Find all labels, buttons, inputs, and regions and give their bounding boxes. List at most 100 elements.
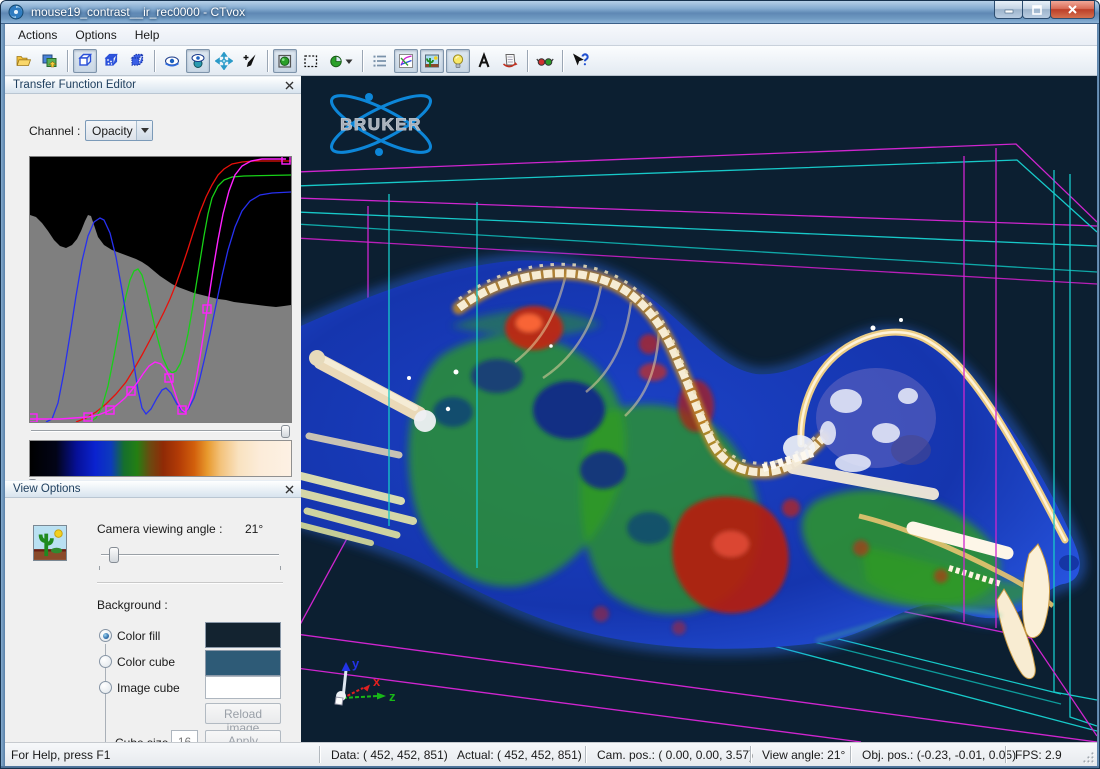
render-viewport[interactable]: BRUKER y x z xyxy=(301,76,1097,742)
camera-angle-slider[interactable] xyxy=(97,546,283,564)
image-cube-radio[interactable] xyxy=(99,681,112,694)
toolbar-separator xyxy=(267,50,268,72)
combo-dropdown-button[interactable] xyxy=(136,121,152,140)
show-object-button[interactable] xyxy=(186,49,210,73)
wireframe-cube-button[interactable] xyxy=(73,49,97,73)
minimize-button[interactable] xyxy=(994,1,1023,19)
clip-volume-dropdown-button[interactable] xyxy=(325,49,357,73)
channel-value: Opacity xyxy=(86,124,136,138)
z-axis-label: z xyxy=(389,689,396,704)
x-axis-label: x xyxy=(373,674,381,689)
toolbar-separator xyxy=(362,50,363,72)
menu-actions[interactable]: Actions xyxy=(9,25,66,45)
slider-track xyxy=(31,430,289,432)
selection-marquee-button[interactable] xyxy=(299,49,323,73)
tf-panel-close-icon[interactable] xyxy=(285,81,294,90)
eye-icon xyxy=(163,52,181,70)
menu-bar: Actions Options Help xyxy=(5,24,1097,46)
camera-angle-label: Camera viewing angle : xyxy=(97,522,222,536)
toolbar-separator xyxy=(67,50,68,72)
context-help-button[interactable] xyxy=(568,49,592,73)
transfer-function-editor-panel: Transfer Function Editor Channel : Opaci… xyxy=(5,76,301,480)
textured-cube-button[interactable] xyxy=(99,49,123,73)
eye-object-icon xyxy=(189,52,207,70)
color-cube-swatch[interactable] xyxy=(205,650,281,676)
image-cube-field[interactable] xyxy=(205,676,281,699)
maximize-icon xyxy=(1032,5,1042,15)
annotation-text-button[interactable] xyxy=(472,49,496,73)
window-frame-left xyxy=(1,24,5,766)
minimize-icon xyxy=(1004,5,1014,14)
stereo-glasses-button[interactable] xyxy=(533,49,557,73)
pick-arrow-icon xyxy=(241,52,259,70)
color-cube-radio[interactable] xyxy=(99,655,112,668)
resize-grip[interactable] xyxy=(1082,751,1095,764)
bruker-text: BRUKER xyxy=(340,115,422,134)
close-icon xyxy=(1067,4,1078,15)
color-fill-radio[interactable] xyxy=(99,629,112,642)
solid-voxel-cube-button[interactable] xyxy=(125,49,149,73)
textured-cube-icon xyxy=(102,52,120,70)
bounding-box-sphere-button[interactable] xyxy=(273,49,297,73)
slider-thumb[interactable] xyxy=(109,547,119,563)
slider-tick xyxy=(99,566,100,570)
window-title: mouse19_contrast__ir_rec0000 - CTvox xyxy=(31,5,245,19)
status-divider xyxy=(850,746,851,763)
view-options-close-icon[interactable] xyxy=(285,485,294,494)
app-window: mouse19_contrast__ir_rec0000 - CTvox Act… xyxy=(0,0,1100,769)
toolbar-separator xyxy=(527,50,528,72)
menu-options[interactable]: Options xyxy=(66,25,125,45)
view-options-panel: View Options Camera viewing angle : 21° xyxy=(5,480,301,742)
scene-preview-icon xyxy=(33,525,67,561)
volume-render-view[interactable]: BRUKER y x z xyxy=(301,76,1097,742)
curves-chart-icon xyxy=(397,52,415,70)
status-view-angle: View angle: 21° xyxy=(762,748,845,762)
separator-line xyxy=(97,582,283,584)
reload-image-button[interactable]: Reload image xyxy=(205,703,281,724)
transfer-function-plot[interactable] xyxy=(29,156,292,423)
tf-range-slider-top[interactable] xyxy=(27,424,293,438)
status-divider xyxy=(750,746,751,763)
pan-view-button[interactable] xyxy=(212,49,236,73)
lighting-button[interactable] xyxy=(446,49,470,73)
maximize-button[interactable] xyxy=(1022,1,1051,19)
image-stack-icon xyxy=(41,52,59,70)
list-icon xyxy=(371,52,389,70)
channel-select[interactable]: Opacity xyxy=(85,120,153,141)
status-divider xyxy=(1005,746,1006,763)
close-button[interactable] xyxy=(1050,1,1095,19)
clip-sphere-icon xyxy=(328,52,355,70)
slider-thumb[interactable] xyxy=(281,425,290,438)
color-fill-swatch[interactable] xyxy=(205,622,281,648)
status-actual-size: Actual: ( 452, 452, 851) xyxy=(457,748,582,762)
page-transform-icon xyxy=(501,52,519,70)
toolbar-separator xyxy=(562,50,563,72)
colormap-gradient-bar[interactable] xyxy=(29,440,292,477)
landscape-icon xyxy=(423,52,441,70)
open-folder-icon xyxy=(15,52,33,70)
status-data-size: Data: ( 452, 452, 851) xyxy=(331,748,448,762)
title-bar[interactable]: mouse19_contrast__ir_rec0000 - CTvox xyxy=(1,1,1100,24)
status-object-position: Obj. pos.: (-0.23, -0.01, 0.05) xyxy=(862,748,1016,762)
pick-position-button[interactable] xyxy=(238,49,262,73)
transfer-function-button[interactable] xyxy=(394,49,418,73)
app-icon xyxy=(8,4,24,20)
help-pointer-icon xyxy=(570,52,590,70)
open-file-button[interactable] xyxy=(12,49,36,73)
menu-help[interactable]: Help xyxy=(126,25,169,45)
status-help: For Help, press F1 xyxy=(11,748,110,762)
status-bar: For Help, press F1 Data: ( 452, 452, 851… xyxy=(5,742,1097,766)
background-image-button[interactable] xyxy=(420,49,444,73)
slider-track xyxy=(101,554,279,556)
letter-a-icon xyxy=(475,52,493,70)
movie-transform-button[interactable] xyxy=(498,49,522,73)
tf-panel-header: Transfer Function Editor xyxy=(5,76,301,94)
show-view-button[interactable] xyxy=(160,49,184,73)
y-axis-label: y xyxy=(352,656,360,671)
display-list-button[interactable] xyxy=(368,49,392,73)
save-image-set-button[interactable] xyxy=(38,49,62,73)
status-divider xyxy=(585,746,586,763)
color-cube-label: Color cube xyxy=(117,655,175,669)
image-cube-label: Image cube xyxy=(117,681,180,695)
tf-panel-title: Transfer Function Editor xyxy=(13,79,136,91)
